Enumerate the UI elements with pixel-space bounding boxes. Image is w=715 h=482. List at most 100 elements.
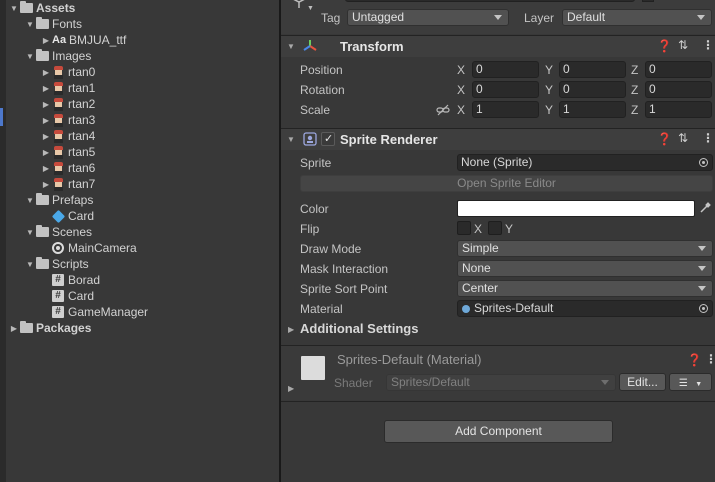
layer-label: Layer: [524, 11, 555, 25]
chevron-down-icon[interactable]: ▼: [24, 260, 36, 269]
csharp-script-icon: #: [52, 290, 64, 302]
chevron-right-icon[interactable]: ▶: [40, 116, 52, 125]
position-x-label[interactable]: X: [457, 63, 465, 77]
chevron-right-icon[interactable]: ▶: [40, 36, 52, 45]
shader-dropdown[interactable]: Sprites/Default: [386, 374, 616, 391]
sprite-sort-point-dropdown[interactable]: Center: [457, 280, 713, 297]
chevron-down-icon[interactable]: ▼: [24, 52, 36, 61]
chevron-right-icon[interactable]: ▶: [40, 84, 52, 93]
project-tree-item[interactable]: ▼ Scripts: [24, 256, 89, 272]
object-picker-icon[interactable]: [699, 304, 708, 313]
scale-y-label[interactable]: Y: [545, 103, 553, 117]
project-tree-item[interactable]: # GameManager: [40, 304, 148, 320]
rotation-x-field[interactable]: 0: [472, 81, 539, 98]
chevron-down-icon[interactable]: ▼: [24, 196, 36, 205]
inspector-panel: ▼ Tag Untagged Layer Default ▼ Transform…: [281, 0, 715, 482]
project-tree-item[interactable]: # Card: [40, 288, 94, 304]
additional-settings-arrow-icon[interactable]: ▶: [288, 325, 294, 334]
chevron-right-icon[interactable]: ▶: [40, 100, 52, 109]
project-tree-item[interactable]: Card: [40, 208, 94, 224]
material-object-field[interactable]: Sprites-Default: [457, 300, 713, 317]
sprite-renderer-header[interactable]: ▼ ✓ Sprite Renderer ❓ ⇅ ⋮: [281, 128, 715, 150]
draw-mode-dropdown[interactable]: Simple: [457, 240, 713, 257]
project-tree-item[interactable]: ▶ rtan5: [40, 144, 95, 160]
position-y-field[interactable]: 0: [559, 61, 626, 78]
project-tree-item[interactable]: ▶ rtan1: [40, 80, 95, 96]
chevron-down-icon: [698, 246, 706, 251]
rotation-z-label[interactable]: Z: [631, 83, 638, 97]
chevron-down-icon[interactable]: ▼: [8, 4, 20, 13]
edit-shader-button[interactable]: Edit...: [619, 373, 666, 391]
chevron-right-icon[interactable]: ▶: [8, 324, 20, 333]
position-z-label[interactable]: Z: [631, 63, 638, 77]
folder-icon: [36, 49, 49, 61]
chevron-right-icon[interactable]: ▶: [40, 180, 52, 189]
project-tree-item[interactable]: MainCamera: [40, 240, 137, 256]
scale-z-label[interactable]: Z: [631, 103, 638, 117]
foldout-arrow-icon[interactable]: ▼: [287, 135, 295, 144]
project-tree-item[interactable]: # Borad: [40, 272, 100, 288]
project-tree-item[interactable]: ▶ rtan2: [40, 96, 95, 112]
object-picker-icon[interactable]: [699, 158, 708, 167]
more-menu-icon[interactable]: ⋮: [705, 352, 715, 366]
shader-options-button[interactable]: ☰ ▼: [669, 373, 712, 391]
folder-icon: [36, 17, 49, 29]
project-tree-item[interactable]: ▼ Images: [24, 48, 91, 64]
scale-x-field[interactable]: 1: [472, 101, 539, 118]
more-menu-icon[interactable]: ⋮: [702, 38, 714, 52]
flip-y-checkbox[interactable]: [488, 221, 502, 235]
chevron-down-icon[interactable]: ▼: [24, 20, 36, 29]
project-tree-item[interactable]: ▶ rtan4: [40, 128, 95, 144]
help-icon[interactable]: ❓: [657, 132, 672, 146]
tag-dropdown[interactable]: Untagged: [347, 9, 509, 26]
transform-header[interactable]: ▼ Transform ❓ ⇅ ⋮: [281, 35, 715, 57]
project-tree-item[interactable]: ▶ Packages: [8, 320, 91, 336]
rotation-x-label[interactable]: X: [457, 83, 465, 97]
color-label: Color: [300, 202, 329, 216]
position-y-label[interactable]: Y: [545, 63, 553, 77]
add-component-button[interactable]: Add Component: [384, 420, 613, 443]
scale-x-label[interactable]: X: [457, 103, 465, 117]
project-tree-item[interactable]: ▶ rtan3: [40, 112, 95, 128]
foldout-arrow-icon[interactable]: ▼: [287, 42, 295, 51]
position-z-field[interactable]: 0: [645, 61, 712, 78]
mask-interaction-dropdown[interactable]: None: [457, 260, 713, 277]
project-tree-item[interactable]: ▼ Prefaps: [24, 192, 93, 208]
chevron-right-icon[interactable]: ▶: [40, 164, 52, 173]
project-tree-item[interactable]: ▼ Scenes: [24, 224, 92, 240]
help-icon[interactable]: ❓: [687, 353, 702, 367]
open-sprite-editor-button[interactable]: Open Sprite Editor: [300, 175, 713, 192]
rotation-y-label[interactable]: Y: [545, 83, 553, 97]
name-field-edge[interactable]: [345, 0, 635, 2]
project-tree-item[interactable]: ▼ Assets: [8, 0, 75, 16]
scale-z-field[interactable]: 1: [645, 101, 712, 118]
color-swatch-field[interactable]: [457, 200, 695, 217]
project-tree-item[interactable]: ▼ Fonts: [24, 16, 82, 32]
position-x-field[interactable]: 0: [472, 61, 539, 78]
scale-y-field[interactable]: 1: [559, 101, 626, 118]
additional-settings-foldout[interactable]: Additional Settings: [300, 321, 418, 336]
layer-dropdown[interactable]: Default: [562, 9, 712, 26]
project-tree-item[interactable]: ▶ rtan6: [40, 160, 95, 176]
help-icon[interactable]: ❓: [657, 39, 672, 53]
project-tree-item[interactable]: ▶ rtan7: [40, 176, 95, 192]
constrain-proportions-link-icon[interactable]: [436, 104, 450, 116]
sprite-object-field[interactable]: None (Sprite): [457, 154, 713, 171]
chevron-right-icon[interactable]: ▶: [40, 132, 52, 141]
project-tree-item[interactable]: ▶ Aa BMJUA_ttf: [40, 32, 126, 48]
chevron-right-icon[interactable]: ▶: [40, 68, 52, 77]
preset-sliders-icon[interactable]: ⇅: [678, 131, 688, 145]
project-tree-item[interactable]: ▶ rtan0: [40, 64, 95, 80]
chevron-down-icon[interactable]: ▼: [24, 228, 36, 237]
preset-sliders-icon[interactable]: ⇅: [678, 38, 688, 52]
flip-x-checkbox[interactable]: [457, 221, 471, 235]
static-checkbox-edge[interactable]: [642, 0, 654, 2]
chevron-right-icon[interactable]: ▶: [40, 148, 52, 157]
more-menu-icon[interactable]: ⋮: [702, 131, 714, 145]
eyedropper-icon[interactable]: [699, 202, 711, 214]
chevron-down-icon[interactable]: ▼: [307, 5, 314, 12]
rotation-z-field[interactable]: 0: [645, 81, 712, 98]
material-foldout-arrow-icon[interactable]: ▶: [288, 384, 294, 393]
sprite-renderer-enabled-checkbox[interactable]: ✓: [321, 132, 335, 146]
rotation-y-field[interactable]: 0: [559, 81, 626, 98]
